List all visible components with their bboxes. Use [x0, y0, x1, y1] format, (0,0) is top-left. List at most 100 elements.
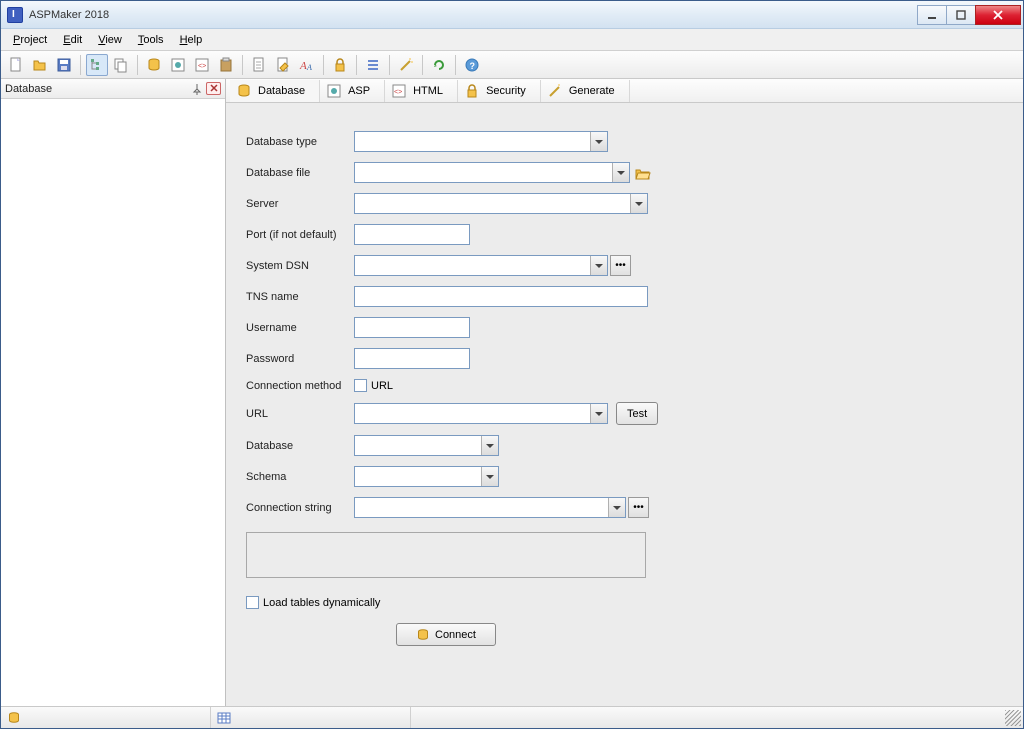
chevron-down-icon [612, 163, 629, 182]
system-dsn-input[interactable] [354, 255, 608, 276]
svg-text:?: ? [470, 61, 476, 71]
svg-text:<>: <> [198, 63, 206, 70]
db-type-select[interactable] [354, 131, 608, 152]
tns-input[interactable] [354, 286, 648, 307]
database-icon [7, 711, 21, 725]
database-input[interactable] [354, 435, 499, 456]
menu-view[interactable]: View [90, 31, 130, 49]
schema-input[interactable] [354, 466, 499, 487]
window-title: ASPMaker 2018 [29, 9, 109, 21]
db-file-select[interactable] [354, 162, 630, 183]
resize-grip[interactable] [1005, 710, 1021, 726]
open-button[interactable] [29, 54, 51, 76]
load-dyn-label: Load tables dynamically [263, 597, 380, 609]
save-icon [56, 57, 72, 73]
server-input[interactable] [354, 193, 648, 214]
connect-button[interactable]: Connect [396, 623, 496, 646]
toolbar-separator [389, 55, 390, 75]
url-checkbox[interactable] [354, 379, 367, 392]
asp-icon [326, 83, 342, 99]
refresh-icon [431, 57, 447, 73]
conn-string-ellipsis-button[interactable]: ••• [628, 497, 649, 518]
menu-project[interactable]: Project [5, 31, 55, 49]
tab-database[interactable]: Database [230, 80, 320, 102]
asp-icon [170, 57, 186, 73]
label-url: URL [246, 408, 354, 420]
svg-text:A: A [306, 63, 312, 72]
url-select[interactable] [354, 403, 608, 424]
refresh-button[interactable] [428, 54, 450, 76]
schema-select[interactable] [354, 466, 499, 487]
conn-string-input[interactable] [354, 497, 626, 518]
toolbar-separator [422, 55, 423, 75]
paste-button[interactable] [215, 54, 237, 76]
wand-button[interactable] [395, 54, 417, 76]
browse-file-button[interactable] [632, 162, 653, 183]
db-file-input[interactable] [354, 162, 630, 183]
app-icon [7, 7, 23, 23]
system-dsn-select[interactable] [354, 255, 608, 276]
app-window: ASPMaker 2018 Project Edit View Tools He… [0, 0, 1024, 729]
tab-label: Database [258, 85, 305, 97]
label-db-file: Database file [246, 167, 354, 179]
folder-open-icon [32, 57, 48, 73]
conn-string-display [246, 532, 646, 578]
tree-icon [89, 57, 105, 73]
list-button[interactable] [362, 54, 384, 76]
menu-help[interactable]: Help [172, 31, 211, 49]
maximize-icon [956, 10, 966, 20]
asp-button[interactable] [167, 54, 189, 76]
status-cell-2 [211, 707, 411, 728]
doc-button[interactable] [248, 54, 270, 76]
new-file-icon [8, 57, 24, 73]
chevron-down-icon [630, 194, 647, 213]
label-tns: TNS name [246, 291, 354, 303]
tab-generate[interactable]: Generate [541, 80, 630, 102]
password-input[interactable] [354, 348, 470, 369]
help-button[interactable]: ? [461, 54, 483, 76]
url-input[interactable] [354, 403, 608, 424]
maximize-button[interactable] [946, 5, 976, 25]
tab-html[interactable]: <> HTML [385, 80, 458, 102]
save-button[interactable] [53, 54, 75, 76]
menu-tools[interactable]: Tools [130, 31, 172, 49]
server-select[interactable] [354, 193, 648, 214]
db-button[interactable] [143, 54, 165, 76]
port-input[interactable] [354, 224, 470, 245]
html-button[interactable]: <> [191, 54, 213, 76]
label-password: Password [246, 353, 354, 365]
panel-title: Database [5, 83, 52, 95]
label-server: Server [246, 198, 354, 210]
left-panel: Database [1, 79, 226, 706]
folder-open-icon [635, 166, 651, 180]
tab-asp[interactable]: ASP [320, 80, 385, 102]
new-button[interactable] [5, 54, 27, 76]
tab-security[interactable]: Security [458, 80, 541, 102]
copy-button[interactable] [110, 54, 132, 76]
close-button[interactable] [975, 5, 1021, 25]
label-port: Port (if not default) [246, 229, 354, 241]
chevron-down-icon [590, 132, 607, 151]
lock-button[interactable] [329, 54, 351, 76]
conn-string-select[interactable] [354, 497, 626, 518]
load-dyn-checkbox[interactable] [246, 596, 259, 609]
db-type-input[interactable] [354, 131, 608, 152]
pin-icon[interactable] [190, 82, 204, 96]
toolbar-separator [80, 55, 81, 75]
username-input[interactable] [354, 317, 470, 338]
test-button[interactable]: Test [616, 402, 658, 425]
font-icon: AA [299, 57, 315, 73]
font-button[interactable]: AA [296, 54, 318, 76]
minimize-button[interactable] [917, 5, 947, 25]
menu-edit[interactable]: Edit [55, 31, 90, 49]
titlebar: ASPMaker 2018 [1, 1, 1023, 29]
panel-close-button[interactable] [206, 82, 221, 95]
database-icon [416, 628, 430, 642]
chevron-down-icon [481, 467, 498, 486]
status-cell-3 [411, 707, 1005, 728]
dsn-ellipsis-button[interactable]: ••• [610, 255, 631, 276]
database-select[interactable] [354, 435, 499, 456]
toolbar-separator [242, 55, 243, 75]
tree-view-button[interactable] [86, 54, 108, 76]
doc-edit-button[interactable] [272, 54, 294, 76]
